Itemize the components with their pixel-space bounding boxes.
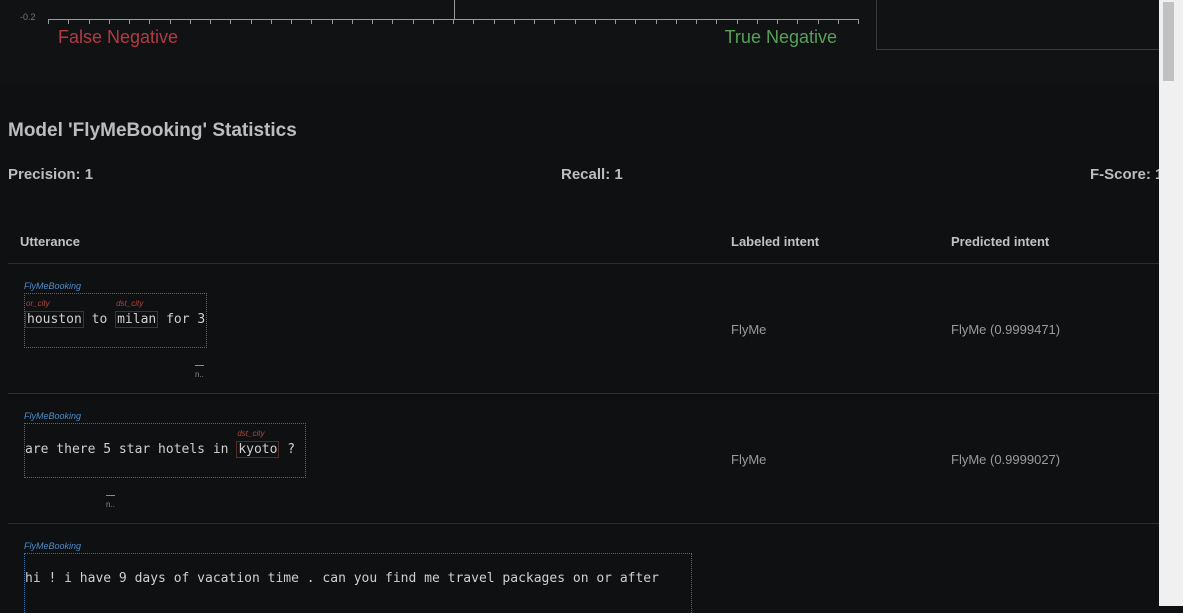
axis-tick <box>594 19 596 24</box>
axis-tick <box>392 19 394 24</box>
axis-tick <box>837 19 839 24</box>
token: ? <box>287 442 296 457</box>
axis-tick <box>129 19 130 24</box>
utterance-text: or_city houston to dst_city milan for 3 <box>25 299 206 328</box>
header-labeled-intent[interactable]: Labeled intent <box>731 234 819 249</box>
axis-tick <box>189 19 191 24</box>
entity-tag: dst_city <box>116 299 144 308</box>
axis-tick <box>615 19 616 24</box>
y-tick-label: -0.2 <box>20 12 36 22</box>
axis-tick <box>311 19 313 24</box>
table-header: Utterance Labeled intent Predicted inten… <box>8 228 1159 264</box>
row-marker: n.. <box>106 500 115 509</box>
axis-tick <box>270 19 272 24</box>
table-row[interactable]: FlyMeBooking or_city houston to dst_city m… <box>8 264 1159 394</box>
token: are there 5 star hotels in <box>25 442 229 457</box>
axis-tick <box>68 19 70 24</box>
axis-tick <box>412 19 414 24</box>
axis-tick <box>554 19 556 24</box>
intent-tag: FlyMeBooking <box>24 411 82 421</box>
axis-tick <box>149 19 151 24</box>
axis-tick <box>635 19 637 24</box>
side-panel-box <box>876 0 1159 50</box>
axis-tick <box>513 19 515 24</box>
header-predicted-intent[interactable]: Predicted intent <box>951 234 1049 249</box>
marker-bar <box>106 495 115 496</box>
axis-tick <box>351 19 353 24</box>
predicted-intent-cell: FlyMe (0.9999471) <box>951 322 1061 337</box>
axis-tick <box>675 19 677 24</box>
marker-bar <box>195 365 204 366</box>
header-utterance[interactable]: Utterance <box>20 234 80 249</box>
entity-token[interactable]: dst_city milan <box>115 299 159 328</box>
stats-title: Model 'FlyMeBooking' Statistics <box>8 120 297 141</box>
entity-tag: dst_city <box>237 429 265 438</box>
true-negative-label: True Negative <box>724 27 837 47</box>
predicted-intent-cell: FlyMe (0.9999027) <box>951 452 1061 467</box>
labeled-intent-cell: FlyMe <box>731 322 767 337</box>
confusion-plot-panel: -0.2 False Negative True Negative <box>0 0 1159 84</box>
axis-tick <box>534 19 535 24</box>
intent-tag: FlyMeBooking <box>24 281 82 291</box>
utterance-text: hi ! i have 9 days of vacation time . ca… <box>25 571 659 586</box>
axis-tick <box>372 19 373 24</box>
axis-tick <box>453 19 454 24</box>
axis-tick <box>655 19 657 24</box>
fscore-metric: F-Score: 1 <box>1090 166 1164 183</box>
row-marker: n.. <box>195 370 204 379</box>
axis-tick <box>493 19 495 24</box>
precision-metric: Precision: 1 <box>8 166 94 183</box>
axis-tick <box>777 19 778 24</box>
axis-tick <box>230 19 232 24</box>
false-negative-label: False Negative <box>58 27 179 47</box>
axis-tick <box>432 19 434 24</box>
axis-tick <box>48 19 49 24</box>
axis-tick <box>331 19 333 24</box>
axis-tick <box>736 19 738 24</box>
entity-tag: or_city <box>26 299 50 308</box>
axis-tick <box>250 19 252 24</box>
axis-tick <box>858 19 859 24</box>
axis-tick <box>817 19 819 24</box>
intent-tag: FlyMeBooking <box>24 541 82 551</box>
token: to <box>91 312 108 327</box>
axis-tick <box>291 19 292 24</box>
table-row[interactable]: FlyMeBooking are there 5 star hotels in … <box>8 394 1159 524</box>
axis-tick <box>210 19 211 24</box>
token: for 3 <box>166 312 206 327</box>
plot-center-line <box>454 0 455 19</box>
axis-tick <box>169 19 171 24</box>
axis-tick <box>756 19 758 24</box>
entity-token[interactable]: dst_city kyoto <box>236 429 280 458</box>
vertical-scrollbar[interactable] <box>1159 0 1183 606</box>
labeled-intent-cell: FlyMe <box>731 452 767 467</box>
table-row[interactable]: FlyMeBooking hi ! i have 9 days of vacat… <box>8 524 1159 613</box>
axis-tick <box>108 19 110 24</box>
axis-tick <box>473 19 475 24</box>
axis-tick <box>88 19 90 24</box>
utterance-text: are there 5 star hotels in dst_city kyoto… <box>25 429 296 458</box>
scrollbar-thumb[interactable] <box>1163 2 1174 81</box>
axis-tick <box>716 19 718 24</box>
axis-tick <box>574 19 576 24</box>
axis-tick <box>797 19 799 24</box>
axis-tick <box>696 19 697 24</box>
entity-token[interactable]: or_city houston <box>25 299 84 328</box>
recall-metric: Recall: 1 <box>561 166 623 183</box>
